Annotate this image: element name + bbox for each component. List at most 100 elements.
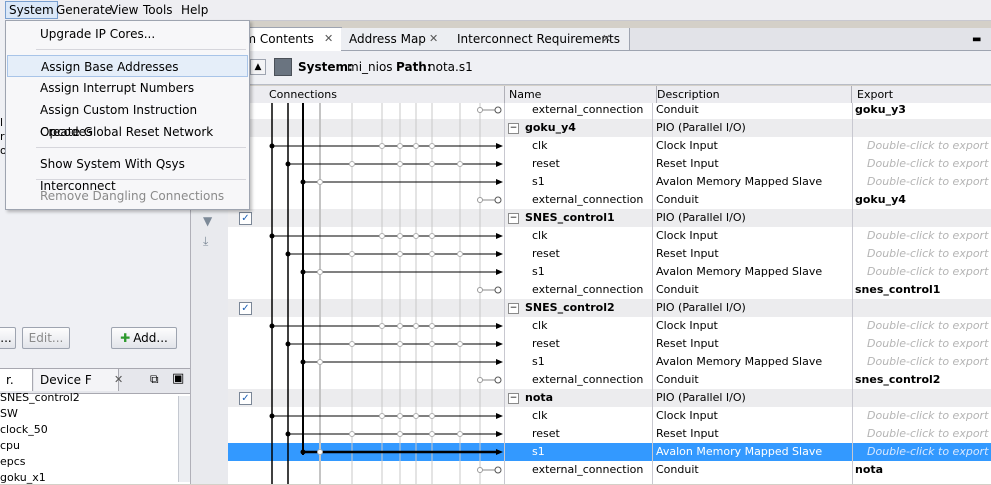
collapse-icon[interactable]: − [508, 393, 519, 404]
scrollbar[interactable] [178, 396, 190, 482]
side-letter: l [0, 116, 4, 129]
row-description: Reset Input [656, 427, 719, 440]
row-description: Avalon Memory Mapped Slave [656, 175, 823, 188]
header-connections[interactable]: Connections [264, 86, 505, 103]
collapse-icon[interactable]: − [508, 123, 519, 134]
open-connection-dot [397, 341, 403, 347]
system-menu-dropdown: Upgrade IP Cores... Assign Base Addresse… [5, 20, 250, 210]
row-export[interactable]: Double-click to export [867, 227, 988, 245]
close-icon[interactable]: ✕ [114, 369, 123, 391]
menu-tools[interactable]: Tools [140, 2, 176, 18]
row-export[interactable]: nota [855, 461, 883, 479]
side-letter: r [0, 130, 5, 143]
row-export[interactable]: Double-click to export [867, 263, 988, 281]
menu-item-assign-base-addresses[interactable]: Assign Base Addresses [7, 55, 248, 77]
menu-item-remove-dangling-connections: Remove Dangling Connections [40, 189, 225, 203]
list-item[interactable]: SW [0, 406, 18, 421]
tab-address-map-label: Address Map [349, 32, 426, 46]
row-export[interactable]: Double-click to export [867, 335, 988, 353]
row-export[interactable]: Double-click to export [867, 425, 988, 443]
row-name: nota [525, 391, 554, 404]
row-export[interactable]: snes_control1 [855, 281, 940, 299]
row-export[interactable]: snes_control2 [855, 371, 940, 389]
header-name[interactable]: Name [504, 86, 657, 103]
connection-dot [269, 323, 275, 329]
open-connection-dot [457, 431, 463, 437]
row-export[interactable]: Double-click to export [867, 155, 988, 173]
menu-view[interactable]: View [107, 2, 141, 18]
header-description[interactable]: Description [652, 86, 852, 103]
close-icon[interactable]: ✕ [602, 28, 611, 50]
list-item[interactable]: clock_50 [0, 422, 48, 437]
list-item[interactable]: goku_x1 [0, 470, 46, 485]
more-button[interactable]: ... [0, 327, 16, 349]
close-icon[interactable]: ✕ [429, 28, 438, 50]
add-button-label: Add... [133, 331, 168, 345]
list-item[interactable]: SNES_control2 [0, 390, 80, 405]
tab-hierarchy[interactable]: r. [0, 369, 33, 391]
menu-separator [36, 147, 246, 148]
menu-item-upgrade-ip-cores[interactable]: Upgrade IP Cores... [7, 23, 248, 45]
move-down-icon[interactable]: ▼ [203, 214, 212, 228]
row-export[interactable]: goku_y4 [855, 191, 906, 209]
tab-address-map[interactable]: Address Map ✕ [341, 28, 450, 50]
open-connection-dot [429, 341, 435, 347]
edit-button[interactable]: Edit... [22, 327, 70, 349]
open-connection-dot [413, 323, 419, 329]
row-name: reset [532, 247, 560, 260]
move-bottom-icon[interactable]: ⤓ [203, 234, 208, 249]
add-button[interactable]: ✚ Add... [111, 327, 177, 349]
open-connection-dot [397, 323, 403, 329]
open-connection-dot [397, 251, 403, 257]
menu-separator [36, 179, 246, 180]
row-name: external_connection [532, 193, 644, 206]
open-connection-dot [349, 431, 355, 437]
row-name: reset [532, 427, 560, 440]
header-export[interactable]: Export [852, 86, 991, 103]
collapse-icon[interactable]: − [508, 303, 519, 314]
row-description: Clock Input [656, 229, 718, 242]
menu-generate[interactable]: Generate [53, 2, 115, 18]
row-export[interactable]: Double-click to export [867, 317, 988, 335]
connections-graph[interactable] [228, 103, 504, 484]
tab-interconnect-label: Interconnect Requirements [457, 32, 620, 46]
menu-item-assign-interrupt-numbers[interactable]: Assign Interrupt Numbers [7, 77, 248, 99]
collapse-icon[interactable]: − [508, 213, 519, 224]
row-name: s1 [532, 265, 545, 278]
row-export[interactable]: Double-click to export [867, 137, 988, 155]
open-connection-dot [477, 377, 483, 383]
row-export[interactable]: Double-click to export [867, 245, 988, 263]
open-connection-dot [317, 269, 323, 275]
tab-device-family[interactable]: Device F ✕ [34, 369, 123, 391]
row-export[interactable]: Double-click to export [867, 173, 988, 191]
row-name: external_connection [532, 373, 644, 386]
menu-system[interactable]: System [5, 1, 58, 19]
menu-item-assign-custom-instruction-opcodes[interactable]: Assign Custom Instruction Opcodes [7, 99, 248, 139]
row-export[interactable]: Double-click to export [867, 443, 988, 461]
connection-dot [285, 251, 291, 257]
menu-item-create-global-reset-network[interactable]: Create Global Reset Network [7, 121, 248, 143]
tab-row: em Contents ✕ Address Map ✕ Interconnect… [228, 27, 991, 51]
menu-item-show-system-with-qsys-interconnect[interactable]: Show System With Qsys Interconnect [7, 153, 248, 193]
open-connection-dot [429, 143, 435, 149]
conduit-end-icon [494, 106, 502, 114]
row-export[interactable]: Double-click to export [867, 353, 988, 371]
row-description: Clock Input [656, 139, 718, 152]
list-item[interactable]: cpu [0, 438, 20, 453]
row-export[interactable]: goku_y3 [855, 103, 906, 119]
popout-icon[interactable]: ⧉ [150, 372, 159, 387]
close-icon[interactable]: ✕ [324, 28, 333, 50]
minimize-icon[interactable]: ▬ [972, 34, 981, 45]
tab-interconnect-requirements[interactable]: Interconnect Requirements ✕ [449, 28, 630, 50]
menu-help[interactable]: Help [178, 2, 211, 18]
row-export[interactable]: Double-click to export [867, 407, 988, 425]
row-description: Avalon Memory Mapped Slave [656, 265, 823, 278]
connection-dot [285, 161, 291, 167]
navigate-up-icon[interactable]: ▲ [250, 59, 266, 75]
open-connection-dot [317, 359, 323, 365]
list-item[interactable]: epcs [0, 454, 26, 469]
arrow-head-icon [496, 323, 503, 329]
open-connection-dot [317, 179, 323, 185]
arrow-head-icon [496, 269, 503, 275]
maximize-icon[interactable]: ▣ [172, 371, 184, 386]
